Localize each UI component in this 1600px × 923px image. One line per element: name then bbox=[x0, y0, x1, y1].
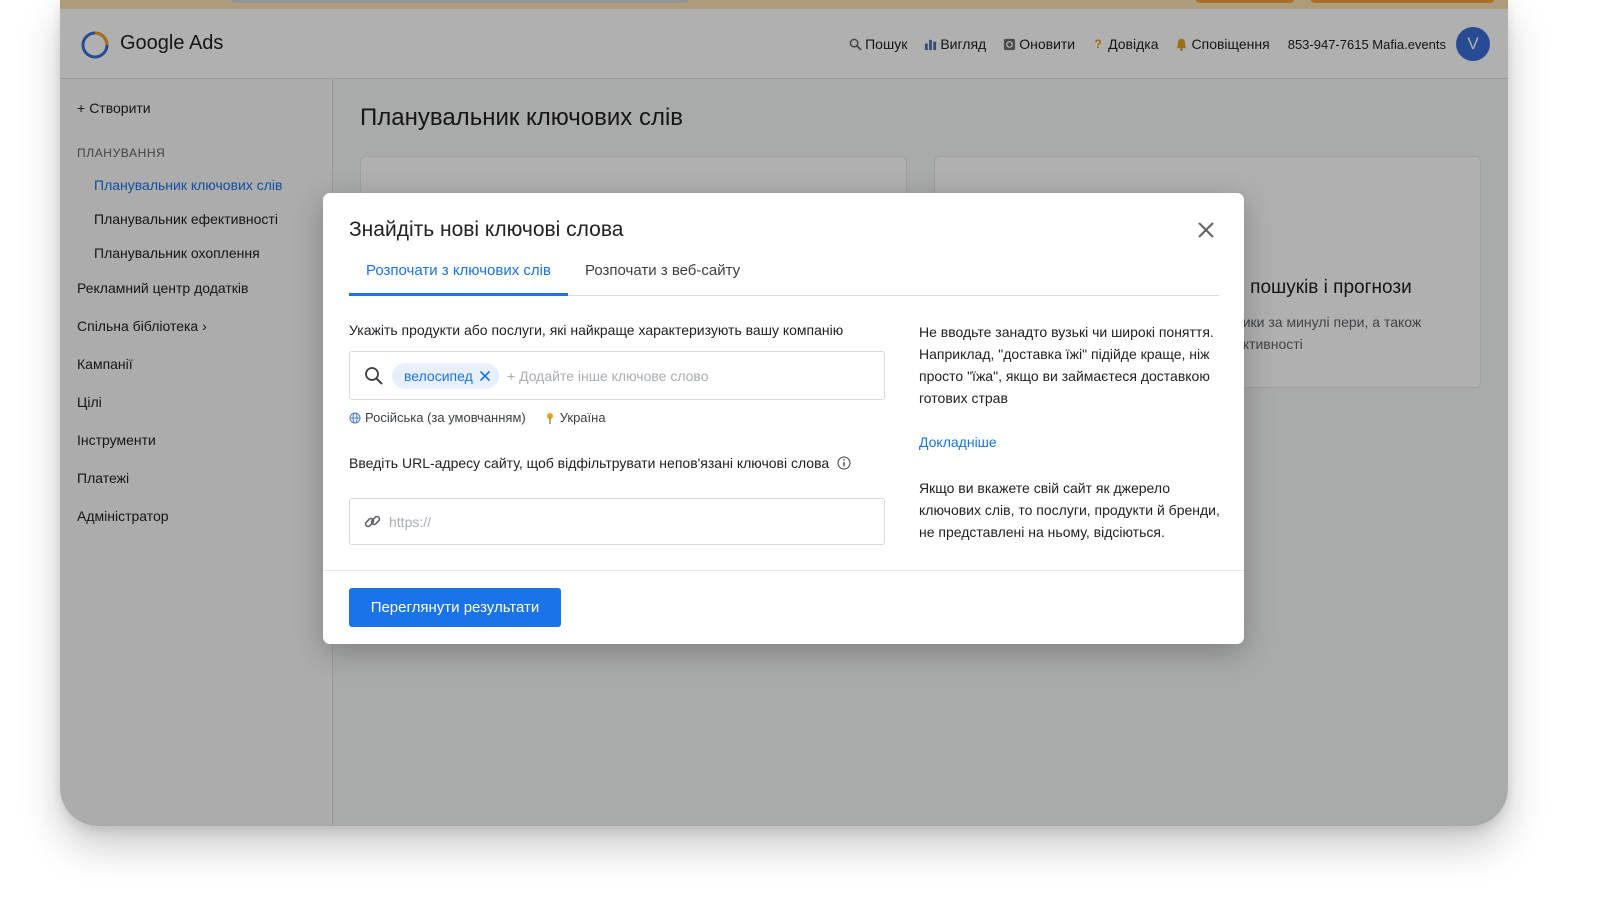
dialog-title: Знайдіть нові ключові слова bbox=[349, 218, 624, 241]
targeting-settings: Російська (за умовчанням) Україна bbox=[349, 410, 606, 425]
dialog-tabs: Розпочати з ключових слів Розпочати з ве… bbox=[349, 249, 1219, 296]
search-icon bbox=[365, 367, 383, 385]
url-label-text: Введіть URL-адресу сайту, щоб відфільтру… bbox=[349, 455, 830, 471]
tab-start-with-keywords[interactable]: Розпочати з ключових слів bbox=[366, 262, 551, 279]
keyword-chip-label: велосипед bbox=[404, 368, 473, 384]
keyword-placeholder[interactable]: + Додайте інше ключове слово bbox=[507, 368, 709, 384]
location-pin-icon bbox=[544, 412, 556, 424]
location-setting[interactable]: Україна bbox=[560, 410, 606, 425]
help-text-2: Якщо ви вкажете свій сайт як джерело клю… bbox=[919, 480, 1220, 540]
language-setting[interactable]: Російська (за умовчанням) bbox=[365, 410, 526, 425]
close-icon[interactable] bbox=[1196, 220, 1216, 240]
globe-icon bbox=[349, 412, 361, 424]
url-input[interactable]: https:// bbox=[349, 498, 885, 545]
url-label: Введіть URL-адресу сайту, щоб відфільтру… bbox=[349, 455, 851, 471]
learn-more-link[interactable]: Докладніше bbox=[919, 434, 997, 450]
help-text-1: Не вводьте занадто вузькі чи широкі поня… bbox=[919, 324, 1214, 406]
products-label: Укажіть продукти або послуги, які найкра… bbox=[349, 322, 844, 338]
info-icon[interactable] bbox=[837, 456, 851, 470]
active-tab-indicator bbox=[349, 293, 568, 296]
dialog-footer-divider bbox=[323, 570, 1244, 571]
link-icon bbox=[364, 515, 381, 528]
url-placeholder: https:// bbox=[389, 514, 432, 530]
find-keywords-dialog: Знайдіть нові ключові слова Розпочати з … bbox=[323, 193, 1244, 644]
view-results-button[interactable]: Переглянути результати bbox=[349, 588, 561, 627]
keyword-chip: велосипед bbox=[392, 363, 499, 389]
remove-chip-icon[interactable] bbox=[479, 370, 491, 382]
keywords-input[interactable]: велосипед + Додайте інше ключове слово bbox=[349, 351, 885, 400]
tab-start-with-website[interactable]: Розпочати з веб-сайту bbox=[585, 262, 740, 279]
